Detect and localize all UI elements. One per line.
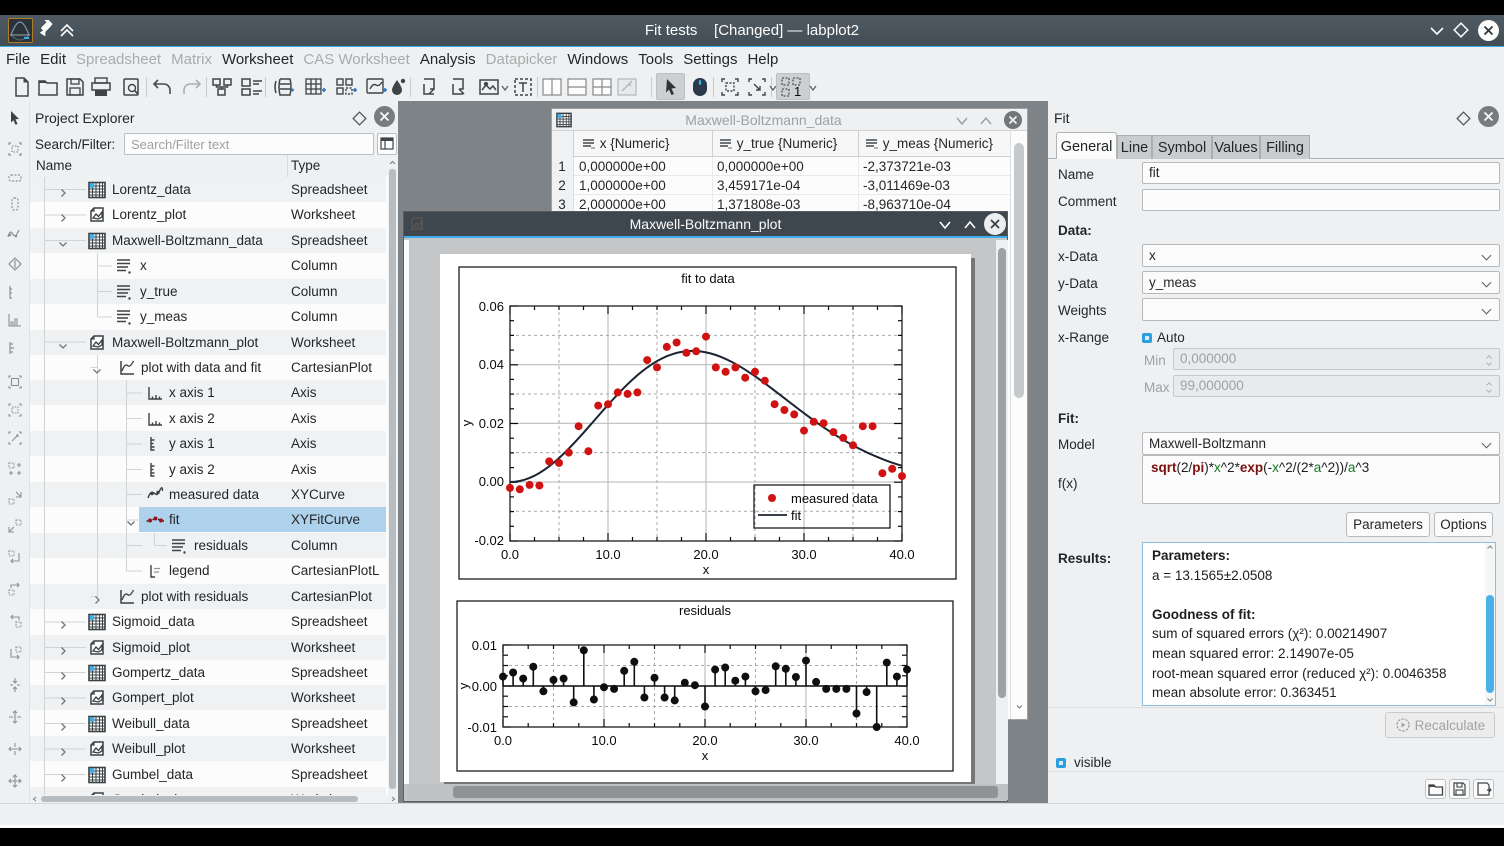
- svg-text:y: y: [459, 419, 474, 426]
- svg-text:10.0: 10.0: [595, 547, 620, 562]
- svg-text:0.00: 0.00: [479, 474, 504, 489]
- svg-text:0.01: 0.01: [472, 638, 497, 653]
- svg-text:20.0: 20.0: [692, 733, 717, 748]
- svg-text:0.0: 0.0: [494, 733, 512, 748]
- svg-text:-0.01: -0.01: [467, 720, 497, 735]
- svg-text:fit: fit: [791, 508, 802, 523]
- svg-text:40.0: 40.0: [889, 547, 914, 562]
- svg-text:fit to data: fit to data: [681, 271, 735, 286]
- svg-text:x: x: [703, 562, 710, 577]
- svg-text:0.06: 0.06: [479, 299, 504, 314]
- svg-text:0.0: 0.0: [501, 547, 519, 562]
- svg-text:residuals: residuals: [679, 603, 732, 618]
- svg-text:0.00: 0.00: [472, 679, 497, 694]
- svg-text:y: y: [456, 682, 471, 689]
- svg-text:0.04: 0.04: [479, 357, 504, 372]
- svg-text:0.02: 0.02: [479, 416, 504, 431]
- svg-text:40.0: 40.0: [894, 733, 919, 748]
- svg-text:30.0: 30.0: [793, 733, 818, 748]
- svg-text:1: 1: [794, 84, 801, 98]
- svg-text:-0.02: -0.02: [474, 533, 504, 548]
- svg-text:30.0: 30.0: [791, 547, 816, 562]
- svg-text:measured data: measured data: [791, 491, 878, 506]
- svg-text:10.0: 10.0: [591, 733, 616, 748]
- svg-text:20.0: 20.0: [693, 547, 718, 562]
- svg-text:x: x: [702, 748, 709, 763]
